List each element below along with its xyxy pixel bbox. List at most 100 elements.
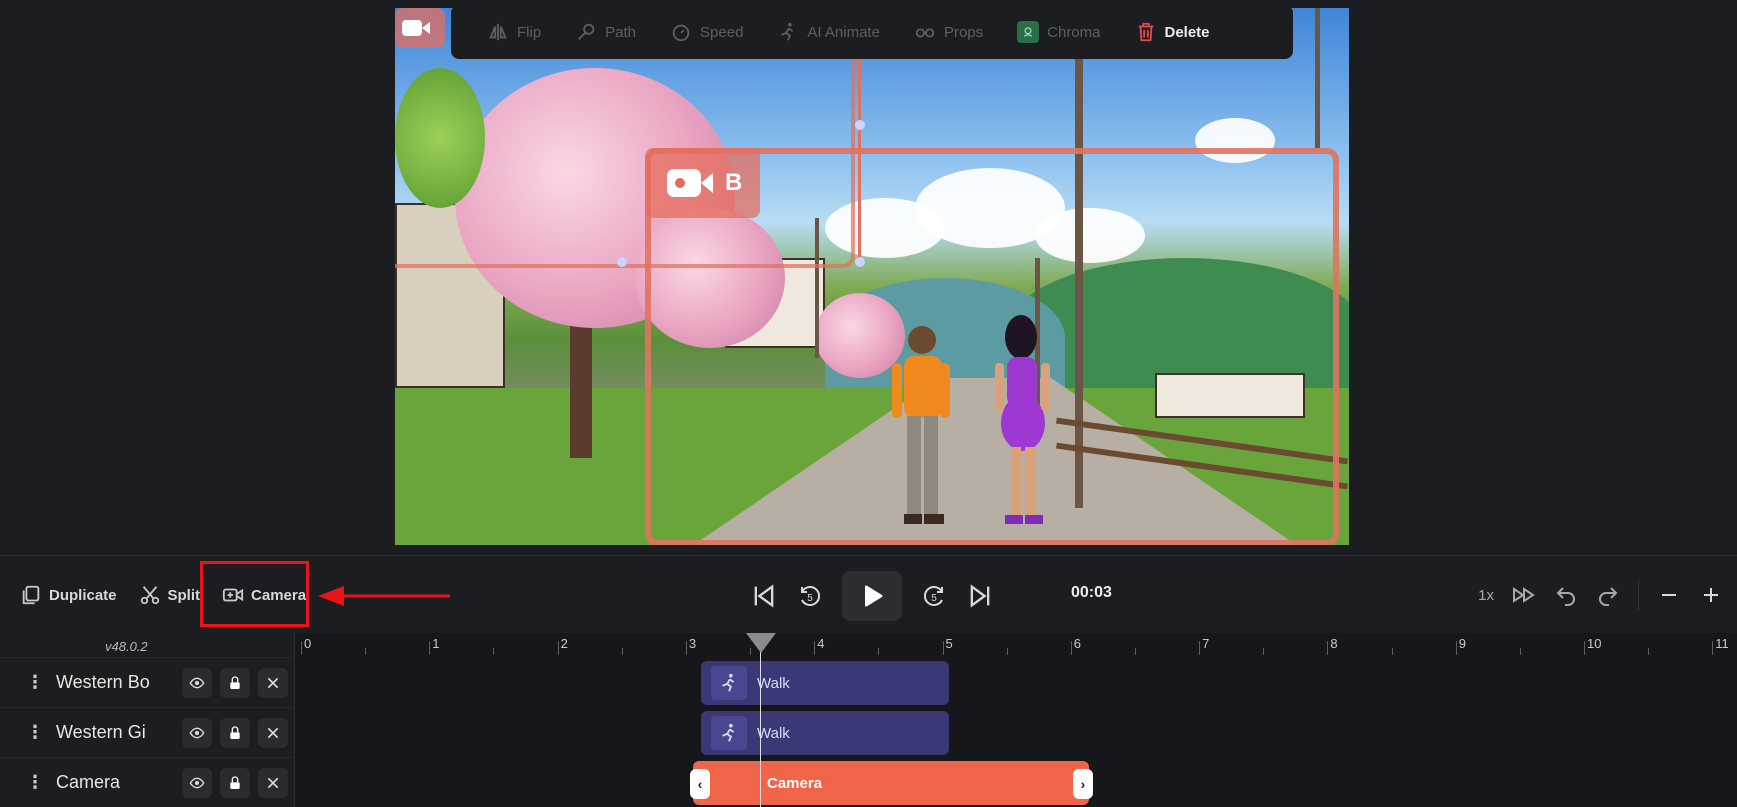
forward-seconds: 5 [931, 593, 937, 604]
ruler-label: 0 [304, 636, 312, 651]
ruler-label: 10 [1587, 636, 1602, 651]
clip-trim-start-handle[interactable]: ‹ [690, 769, 710, 799]
camera-button-highlight [200, 561, 309, 627]
walk-clip[interactable]: Walk [701, 661, 949, 705]
playhead[interactable] [760, 633, 761, 807]
walk-clip[interactable]: Walk [701, 711, 949, 755]
ruler-label: 7 [1202, 636, 1210, 651]
ruler-tick [557, 641, 559, 655]
remove-track-button[interactable] [258, 767, 288, 798]
clip-trim-end-handle[interactable]: › [1073, 769, 1093, 799]
ruler-label: 6 [1073, 636, 1082, 651]
ruler-tick [1327, 641, 1329, 655]
drag-handle-icon[interactable]: ⋮ [22, 772, 48, 793]
chroma-button[interactable]: Chroma [1017, 21, 1101, 43]
props-icon [915, 28, 935, 38]
play-button[interactable] [842, 571, 902, 621]
utility-pole [1315, 8, 1320, 148]
rewind-5-icon[interactable]: 5 [796, 582, 824, 610]
delete-button[interactable]: Delete [1135, 21, 1210, 43]
remove-track-button[interactable] [258, 717, 288, 748]
eye-icon [189, 677, 205, 688]
resize-handle[interactable] [855, 257, 865, 267]
camera-clip[interactable]: Camera ‹ › [690, 761, 1093, 805]
playback-speed[interactable]: 1x [1478, 587, 1494, 604]
play-icon [865, 585, 883, 607]
split-button[interactable]: Split [139, 584, 201, 606]
drag-handle-icon[interactable]: ⋮ [22, 722, 48, 743]
duplicate-button[interactable]: Duplicate [20, 584, 117, 606]
visibility-toggle[interactable] [182, 717, 212, 748]
camera-a-badge [395, 8, 445, 48]
ruler-subtick [878, 648, 880, 655]
remove-track-button[interactable] [258, 667, 288, 698]
ruler-subtick [365, 648, 367, 655]
ai-animate-label: AI Animate [807, 23, 880, 41]
props-button[interactable]: Props [914, 21, 983, 43]
scene-canvas[interactable]: B [395, 8, 1349, 545]
path-icon [578, 23, 595, 40]
clip-label: Walk [757, 724, 790, 742]
close-icon [267, 777, 279, 788]
playhead-handle[interactable] [746, 633, 776, 653]
undo-icon[interactable] [1554, 583, 1578, 607]
rewind-seconds: 5 [807, 593, 813, 604]
clip-label: Walk [757, 674, 790, 692]
track-row[interactable]: ⋮ Camera [0, 757, 295, 807]
preview-area: B Flip Path Speed AI Animate Props Chrom… [0, 0, 1737, 555]
ruler-label: 5 [945, 636, 953, 651]
forward-5-icon[interactable]: 5 [920, 582, 948, 610]
track-row[interactable]: ⋮ Western Bo [0, 657, 295, 707]
speed-label: Speed [700, 23, 744, 41]
scissors-icon [140, 586, 159, 605]
visibility-toggle[interactable] [182, 767, 212, 798]
ruler-subtick [1263, 648, 1265, 655]
track-name: Western Gi [56, 722, 146, 742]
track-row[interactable]: ⋮ Western Gi [0, 707, 295, 757]
resize-handle[interactable] [855, 120, 865, 130]
skip-to-end-icon[interactable] [966, 582, 994, 610]
ruler-label: 2 [560, 636, 568, 651]
ruler-tick [942, 641, 944, 655]
fast-forward-icon[interactable] [1512, 583, 1536, 607]
lock-icon [230, 725, 240, 739]
skip-to-start-icon[interactable] [750, 582, 778, 610]
zoom-in-icon[interactable] [1699, 583, 1723, 607]
ruler-subtick [1519, 648, 1521, 655]
ruler-tick [301, 641, 302, 655]
ruler-subtick [621, 648, 623, 655]
visibility-toggle[interactable] [182, 667, 212, 698]
timeline: v48.0.2 ⋮ Western Bo ⋮ Western Gi ⋮ Came… [0, 633, 1737, 807]
ruler-label: 11 [1715, 636, 1729, 651]
speed-button[interactable]: Speed [670, 21, 743, 43]
zoom-out-icon[interactable] [1657, 583, 1681, 607]
lock-toggle[interactable] [220, 717, 250, 748]
ruler-tick [1712, 641, 1714, 655]
eye-icon [189, 777, 205, 788]
split-label: Split [167, 586, 201, 604]
drag-handle-icon[interactable]: ⋮ [22, 672, 48, 693]
ruler-tick [1455, 641, 1457, 655]
chevron-right-icon: › [1080, 776, 1086, 792]
walk-icon [711, 716, 747, 750]
resize-handle[interactable] [617, 257, 627, 267]
lock-icon [230, 675, 240, 689]
ai-animate-button[interactable]: AI Animate [777, 21, 880, 43]
track-name: Western Bo [56, 672, 150, 692]
lock-toggle[interactable] [220, 667, 250, 698]
ruler-label: 1 [432, 636, 440, 651]
flip-button[interactable]: Flip [487, 21, 541, 43]
path-button[interactable]: Path [575, 21, 636, 43]
redo-icon[interactable] [1596, 583, 1620, 607]
clip-label: Camera [767, 774, 823, 792]
time-ruler[interactable]: 0 1 2 3 4 5 6 7 8 9 10 11 [296, 633, 1737, 655]
flip-icon [489, 23, 507, 41]
ruler-subtick [1648, 648, 1650, 655]
chroma-icon [1017, 21, 1040, 43]
flip-label: Flip [517, 23, 542, 41]
lock-toggle[interactable] [220, 767, 250, 798]
delete-label: Delete [1164, 23, 1210, 41]
close-icon [267, 677, 279, 688]
ruler-label: 9 [1458, 636, 1466, 651]
trash-icon [1138, 22, 1153, 42]
